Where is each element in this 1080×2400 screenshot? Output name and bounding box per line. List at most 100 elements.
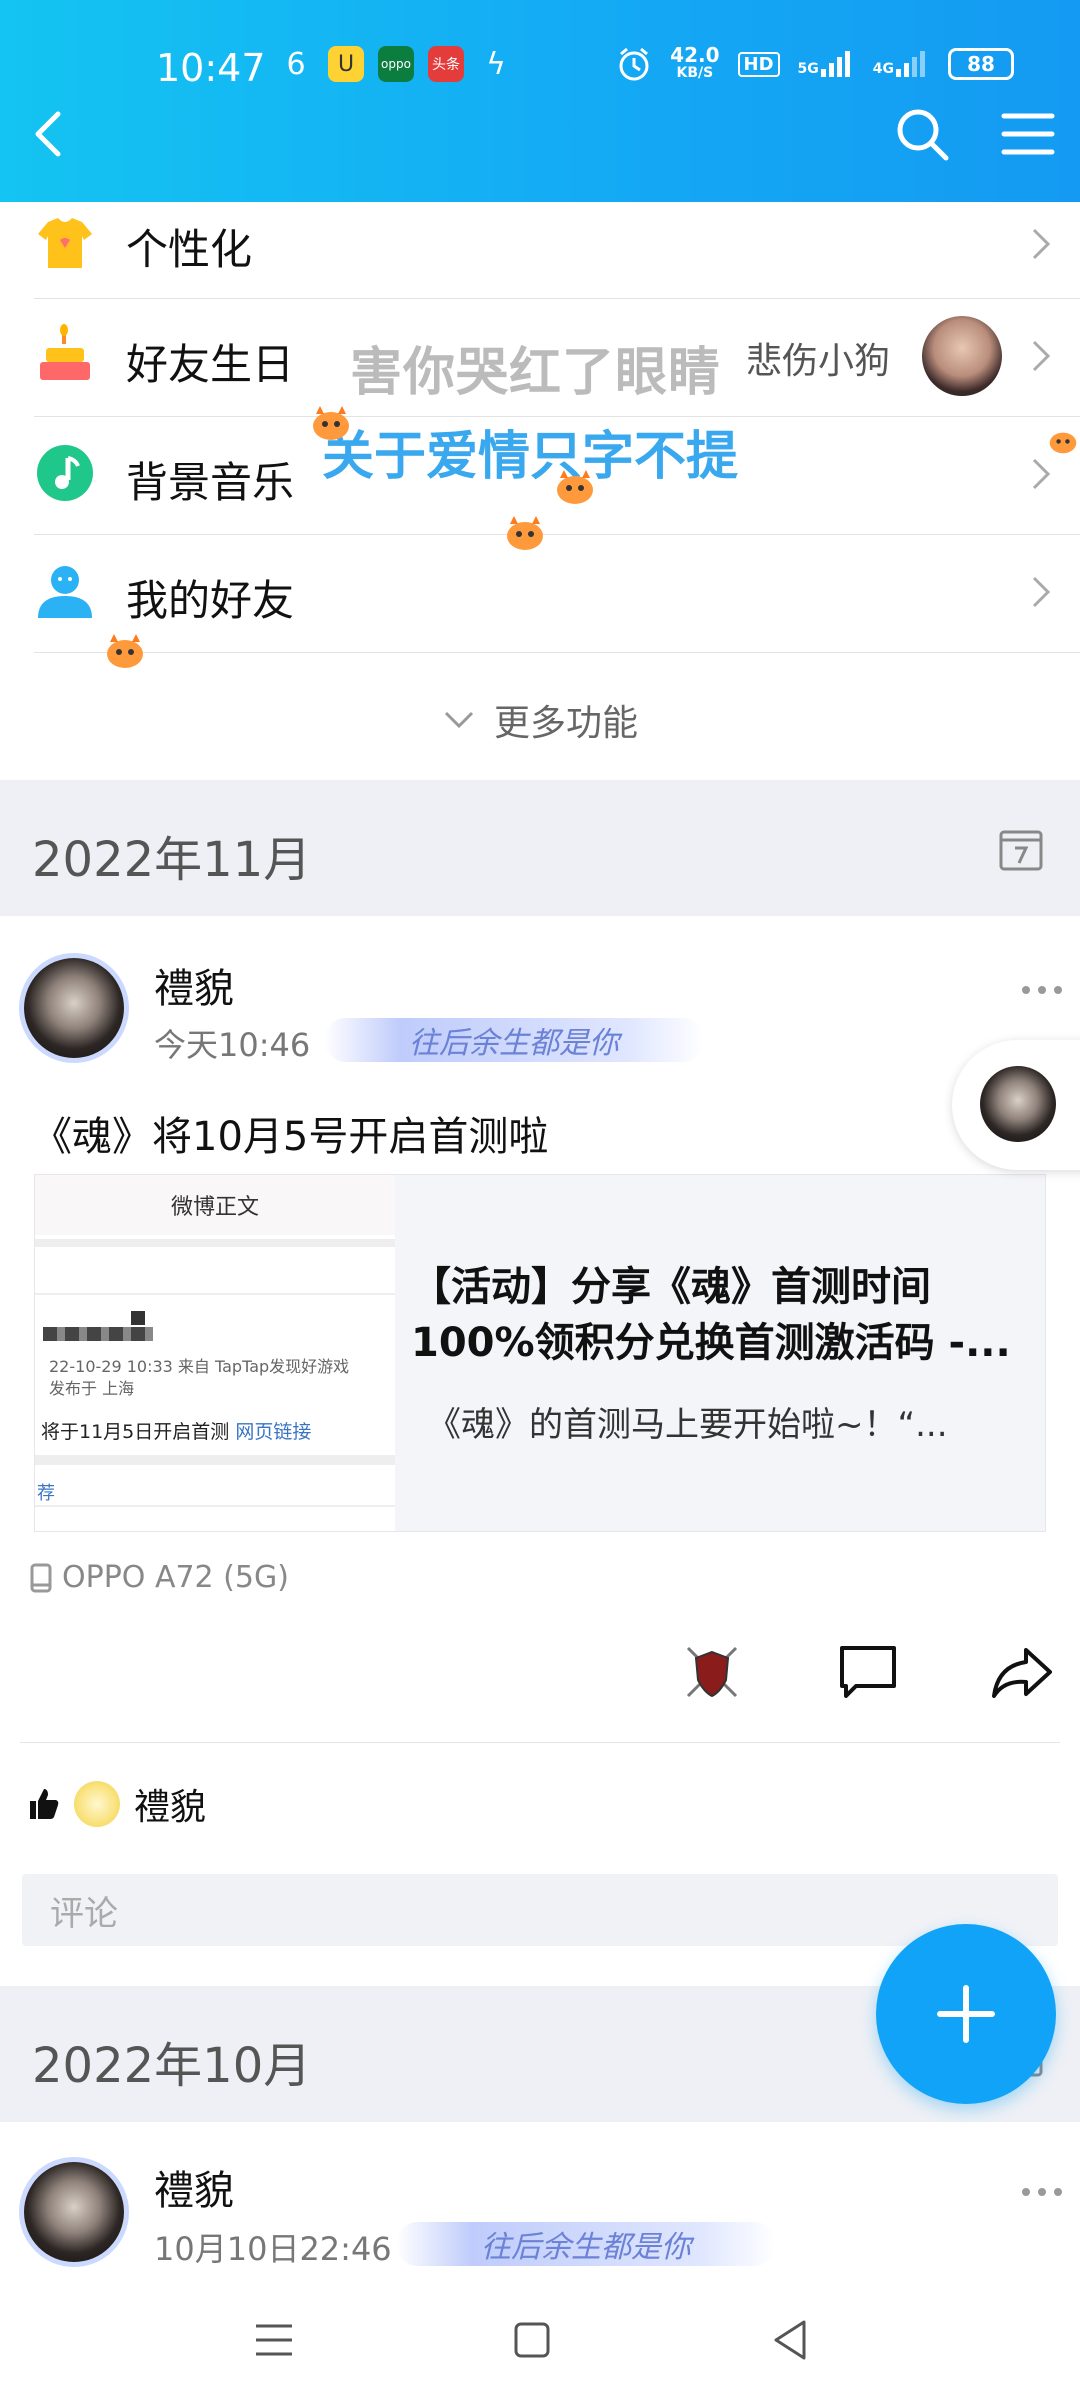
menu-item-personalize[interactable]: 个性化 [34, 202, 1080, 299]
more-options-icon[interactable] [1020, 982, 1064, 998]
hamburger-menu-icon[interactable] [998, 104, 1058, 164]
hd-badge: HD [737, 51, 780, 77]
net-speed-unit: KB/S [676, 65, 714, 81]
menu-item-label: 好友生日 [126, 340, 295, 389]
chevron-right-icon [1032, 576, 1051, 608]
signal-bars-icon-2 [896, 51, 925, 77]
oppo-app-icon: oppo [378, 46, 414, 82]
device-name: OPPO A72 (5G) [62, 1560, 289, 1595]
calendar-icon[interactable] [998, 826, 1044, 872]
birthday-friend-avatar [922, 316, 1002, 396]
thumb-location: 发布于 上海 [49, 1379, 135, 1398]
chevron-down-icon [444, 711, 474, 729]
signal-5g-label: 5G [797, 61, 819, 77]
more-features-label: 更多功能 [493, 703, 638, 744]
more-options-icon[interactable] [1020, 2184, 1064, 2200]
cartoon-sticker-icon [1049, 432, 1077, 454]
cartoon-sticker-icon [107, 634, 143, 668]
comment-icon[interactable] [836, 1640, 900, 1704]
thumb-divider [35, 1293, 395, 1295]
signal-5g: 5G [798, 51, 855, 77]
search-icon[interactable] [892, 104, 952, 164]
battery-indicator: 88 [948, 48, 1014, 80]
flash-app-icon: ϟ [486, 46, 506, 82]
post-time: 今天10:46 [154, 1026, 311, 1064]
system-nav-bar [0, 2280, 1080, 2400]
thumb-date: 22-10-29 10:33 来自 TapTap发现好游戏 [49, 1357, 350, 1376]
net-speed: 42.0 KB/S [670, 43, 720, 82]
thumb-divider [35, 1505, 395, 1507]
music-note-icon [37, 445, 93, 501]
signal-4g-label: 4G [872, 61, 894, 77]
thumb-body-text: 将于11月5日开启首测 [41, 1421, 236, 1443]
blurred-username [43, 1327, 153, 1341]
cartoon-sticker-icon [313, 406, 349, 440]
friend-person-icon [38, 566, 92, 618]
chevron-right-icon [1032, 228, 1051, 260]
liker-avatar[interactable] [74, 1781, 120, 1827]
decoration-banner: 往后余生都是你 [324, 1018, 704, 1062]
post-time: 10月10日22:46 [154, 2230, 392, 2268]
alarm-icon [619, 47, 649, 81]
shared-link-card[interactable]: 微博正文 22-10-29 10:33 来自 TapTap发现好游戏 发布于 上… [34, 1174, 1046, 1532]
share-thumbnail: 微博正文 22-10-29 10:33 来自 TapTap发现好游戏 发布于 上… [35, 1175, 395, 1531]
post-card: 禮貌 今天10:46 往后余生都是你 《魂》将10月5号开启首测啦 微博正文 2… [0, 916, 1080, 1986]
avatar[interactable] [24, 958, 124, 1058]
likes-row: 禮貌 [26, 1778, 206, 1830]
home-icon[interactable] [502, 2310, 562, 2370]
post-text: 《魂》将10月5号开启首测啦 [32, 1114, 549, 1160]
liker-name[interactable]: 禮貌 [134, 1778, 206, 1830]
month-header-nov: 2022年11月 [0, 780, 1080, 916]
menu-item-label: 我的好友 [126, 576, 295, 625]
status-time: 10:47 [156, 46, 266, 90]
thumb-tag: 荐 [37, 1483, 55, 1504]
birthday-friend-name: 悲伤小狗 [746, 341, 891, 382]
menu-item-label: 个性化 [126, 225, 253, 274]
phone-icon [30, 1563, 52, 1592]
signal-4g: 4G [873, 51, 930, 77]
netease-music-app-icon: 6 [286, 46, 306, 82]
cartoon-sticker-icon [507, 516, 543, 550]
add-post-button[interactable] [876, 1924, 1056, 2104]
game-shield-icon[interactable] [680, 1640, 744, 1704]
thumb-title: 微博正文 [35, 1175, 395, 1235]
chevron-right-icon [1032, 340, 1051, 372]
lyric-overlay-line-1: 害你哭红了眼睛 [350, 343, 722, 403]
floating-avatar [980, 1066, 1056, 1142]
menu-item-my-friends[interactable]: 我的好友 [34, 534, 1080, 653]
blurred-square [131, 1311, 145, 1325]
cartoon-sticker-icon [557, 470, 593, 504]
share-description: 《魂》的首测马上要开始啦~！“... [427, 1405, 948, 1445]
floating-profile-tab[interactable] [952, 1040, 1080, 1170]
divider [20, 1742, 1060, 1743]
post-author[interactable]: 禮貌 [154, 2158, 234, 2216]
comment-input[interactable]: 评论 [22, 1874, 1058, 1946]
more-features-button[interactable]: 更多功能 [0, 662, 1080, 778]
status-app-icons: 6 U oppo 头条 ϟ [278, 46, 514, 82]
cake-icon [40, 324, 90, 380]
share-forward-icon[interactable] [990, 1640, 1054, 1704]
feature-menu-card: 个性化 好友生日 悲伤小狗 背景音乐 我的好友 更多功能 [0, 202, 1080, 780]
thumb-divider [35, 1455, 395, 1465]
toutiao-app-icon: 头条 [428, 46, 464, 82]
status-right-group: 42.0 KB/S HD 5G 4G 88 [616, 43, 1014, 82]
shirt-icon [38, 218, 92, 268]
share-title: 【活动】分享《魂》首测时间100%领积分兑换首测激活码 -... [411, 1264, 1011, 1366]
month-label: 2022年11月 [32, 832, 312, 888]
recent-apps-icon[interactable] [244, 2310, 304, 2370]
back-triangle-icon[interactable] [760, 2310, 820, 2370]
avatar[interactable] [24, 2162, 124, 2262]
back-arrow-icon[interactable] [20, 104, 80, 164]
month-label: 2022年10月 [32, 2038, 312, 2094]
net-speed-value: 42.0 [670, 43, 720, 67]
chevron-right-icon [1032, 458, 1051, 490]
post-card: 禮貌 10月10日22:46 往后余生都是你 [0, 2122, 1080, 2280]
post-author[interactable]: 禮貌 [154, 956, 234, 1014]
thumb-divider [35, 1239, 395, 1247]
top-header: 10:47 6 U oppo 头条 ϟ 42.0 KB/S HD 5G 4G 8… [0, 0, 1080, 202]
device-info: OPPO A72 (5G) [30, 1560, 289, 1595]
plus-icon [937, 1985, 995, 2043]
thumbs-up-icon[interactable] [26, 1787, 60, 1821]
menu-item-label: 背景音乐 [126, 458, 295, 507]
decoration-banner: 往后余生都是你 [396, 2222, 776, 2266]
